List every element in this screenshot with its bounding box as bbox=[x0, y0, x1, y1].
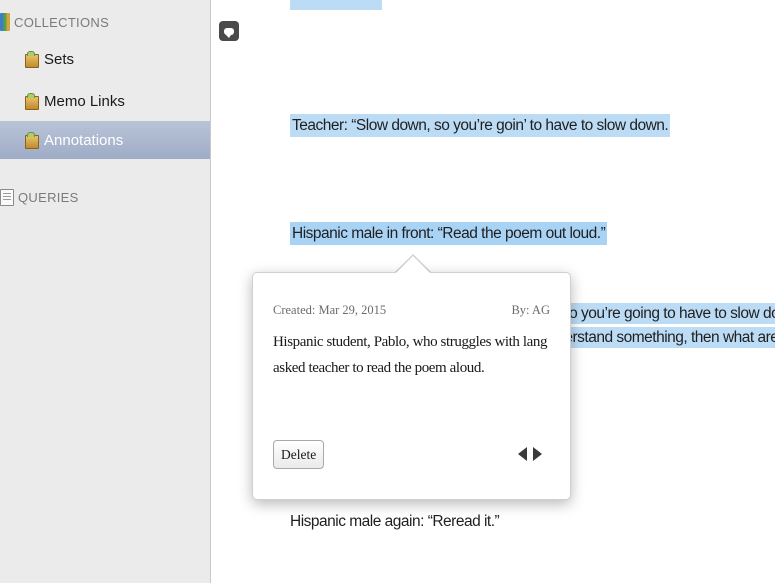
doc-line-4-tail: understand something, then what are you bbox=[540, 327, 775, 348]
created-date: Created: Mar 29, 2015 bbox=[273, 303, 387, 317]
bag-icon bbox=[24, 93, 39, 110]
collections-section[interactable]: COLLECTIONS bbox=[0, 11, 109, 33]
annotation-popover: Created: Mar 29, 2015 By: AG Hispanic st… bbox=[252, 272, 571, 500]
delete-button[interactable]: Delete bbox=[273, 440, 325, 469]
popover-arrow-fill bbox=[395, 256, 431, 274]
document-icon bbox=[0, 188, 14, 206]
sidebar-item-memo-links[interactable]: Memo Links bbox=[0, 88, 210, 114]
next-arrow-icon[interactable] bbox=[533, 447, 542, 461]
doc-line-2[interactable]: Hispanic male in front: “Read the poem o… bbox=[290, 221, 608, 247]
sidebar-item-label: Sets bbox=[44, 50, 75, 68]
sidebar-item-annotations[interactable]: Annotations bbox=[0, 121, 210, 159]
sidebar-item-sets[interactable]: Sets bbox=[0, 46, 210, 72]
bag-icon bbox=[24, 51, 39, 68]
doc-line-cut bbox=[290, 0, 382, 12]
annotation-note[interactable]: Hispanic student, Pablo, who struggles w… bbox=[273, 329, 553, 381]
sidebar-item-label: Annotations bbox=[44, 131, 124, 149]
document-text: Hispanic male again: “Reread it.” bbox=[290, 513, 500, 530]
comment-icon[interactable] bbox=[219, 21, 239, 41]
doc-line-3-tail: ay, so you’re going to have to slow down… bbox=[540, 303, 775, 324]
sidebar: COLLECTIONS Sets Memo Links Annotations … bbox=[0, 0, 211, 583]
collections-header: COLLECTIONS bbox=[14, 14, 110, 30]
bag-icon bbox=[24, 132, 39, 149]
previous-arrow-icon[interactable] bbox=[518, 447, 527, 461]
highlighted-text[interactable]: Teacher: “Slow down, so you’re goin’ to … bbox=[290, 114, 671, 137]
author-label: By: AG bbox=[511, 303, 550, 317]
queries-header: QUERIES bbox=[18, 189, 79, 205]
doc-line-5[interactable]: Hispanic male again: “Reread it.” bbox=[290, 509, 500, 535]
doc-line-1[interactable]: Teacher: “Slow down, so you’re goin’ to … bbox=[290, 113, 671, 139]
collections-icon bbox=[0, 13, 10, 31]
queries-section[interactable]: QUERIES bbox=[0, 186, 79, 208]
annotated-text[interactable]: Hispanic male in front: “Read the poem o… bbox=[290, 222, 608, 245]
sidebar-item-label: Memo Links bbox=[44, 92, 125, 110]
